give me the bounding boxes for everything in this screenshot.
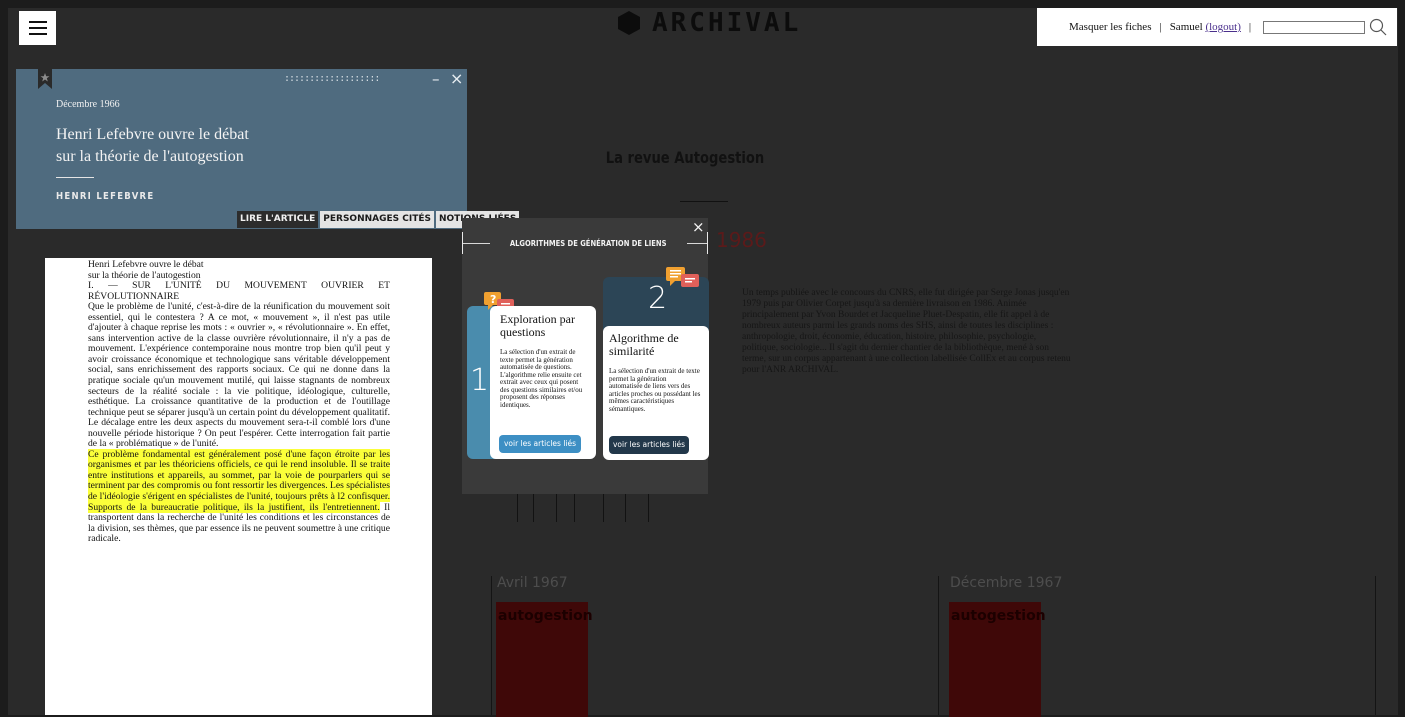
drag-handle[interactable]: ::::::::::::::::::: xyxy=(284,73,380,84)
logo-text: ARCHIVAL xyxy=(652,8,802,38)
card-title: Algorithme de similarité xyxy=(609,331,679,358)
article-panel-header: ::::::::::::::::::: – × Décembre 1966 He… xyxy=(16,69,520,229)
algorithm-card-similarity[interactable]: Algorithme de similarité La sélection d'… xyxy=(603,326,709,460)
search-icon[interactable] xyxy=(1369,18,1387,36)
body-paragraph: Que le problème de l'unité, c'est-à-dire… xyxy=(88,301,390,450)
svg-text:?: ? xyxy=(490,293,496,306)
issue-cover-title: autogestion xyxy=(951,608,1046,624)
timeline-year: 1986 xyxy=(716,228,767,252)
highlighted-selection[interactable]: Ce problème fondamental est généralement… xyxy=(88,448,390,513)
column-divider xyxy=(1375,576,1376,715)
algorithm-card-questions[interactable]: Exploration par questions La sélection d… xyxy=(490,306,596,459)
card-description: La sélection d'un extrait de texte perme… xyxy=(609,367,701,413)
menu-bar-icon xyxy=(28,21,47,23)
timeline-tick xyxy=(517,492,518,522)
user-toolbar: Masquer les fiches | Samuel (logout) | xyxy=(1037,8,1397,46)
hide-cards-link[interactable]: Masquer les fiches xyxy=(1069,21,1151,33)
issue-date: Décembre 1967 xyxy=(950,575,1063,591)
separator: | xyxy=(1159,21,1162,33)
see-linked-articles-button[interactable]: voir les articles liés xyxy=(609,436,689,454)
timeline-tick xyxy=(625,492,626,522)
tab-cited-people[interactable]: PERSONNAGES CITÉS xyxy=(320,211,434,228)
tab-read-article[interactable]: LIRE L'ARTICLE xyxy=(237,211,319,228)
close-button[interactable]: × xyxy=(450,69,463,88)
timeline-tick xyxy=(648,492,649,522)
section-title: La revue Autogestion xyxy=(605,148,765,167)
algorithms-title: ALGORITHMES DE GÉNÉRATION DE LIENS xyxy=(510,238,667,248)
card-number: 2 xyxy=(648,281,668,316)
see-linked-articles-button[interactable]: voir les articles liés xyxy=(499,435,581,453)
timeline-tick xyxy=(574,492,575,522)
user-name: Samuel xyxy=(1169,21,1203,33)
article-title-line: sur la théorie de l'autogestion xyxy=(56,148,244,165)
timeline-tick xyxy=(556,492,557,522)
title-divider xyxy=(680,201,728,202)
logout-link[interactable]: (logout) xyxy=(1205,21,1240,33)
title-line xyxy=(686,242,707,244)
column-divider xyxy=(491,576,492,715)
article-title-line: Henri Lefebvre ouvre le débat xyxy=(56,126,249,143)
site-logo[interactable]: ARCHIVAL xyxy=(618,8,801,38)
card-title: Exploration par questions xyxy=(500,312,575,339)
article-title: Henri Lefebvre ouvre le débat sur la thé… xyxy=(56,124,316,168)
article-date: Décembre 1966 xyxy=(56,99,120,110)
algorithms-title-bar: ALGORITHMES DE GÉNÉRATION DE LIENS xyxy=(462,232,708,254)
article-author: HENRI LEFEBVRE xyxy=(56,191,155,202)
title-bar-mark xyxy=(706,232,708,254)
body-title-line: Henri Lefebvre ouvre le débat xyxy=(88,259,204,270)
menu-bar-icon xyxy=(28,27,47,29)
journal-description: Un temps publiée avec le concours du CNR… xyxy=(742,288,1071,375)
algorithms-popup: × ALGORITHMES DE GÉNÉRATION DE LIENS 1 ?… xyxy=(462,218,709,494)
hexagon-logo-icon xyxy=(618,11,640,35)
issue-cover-title: autogestion xyxy=(498,608,593,624)
similarity-bubbles-icon xyxy=(666,267,699,287)
timeline-tick xyxy=(603,492,604,522)
title-rule xyxy=(56,177,94,178)
column-divider xyxy=(938,576,939,715)
article-page: Henri Lefebvre ouvre le débat sur la thé… xyxy=(45,258,432,715)
card-number: 1 xyxy=(470,363,490,398)
search-input[interactable] xyxy=(1263,20,1366,34)
body-heading: I. — SUR L'UNITÉ DU MOUVEMENT OUVRIER ET… xyxy=(88,280,390,302)
issue-date: Avril 1967 xyxy=(497,575,568,591)
article-body[interactable]: Henri Lefebvre ouvre le débat sur la thé… xyxy=(88,259,390,545)
bookmark-icon[interactable] xyxy=(38,69,52,89)
timeline-tick xyxy=(533,492,534,522)
issue-cover[interactable]: autogestion xyxy=(949,602,1046,717)
separator: | xyxy=(1248,21,1252,33)
minimize-button[interactable]: – xyxy=(432,70,440,88)
issue-cover[interactable]: autogestion xyxy=(496,602,593,717)
card-description: La sélection d'un extrait de texte perme… xyxy=(500,348,583,409)
title-line xyxy=(463,242,491,244)
menu-bar-icon xyxy=(28,33,47,35)
body-paragraph: Ce problème fondamental est généralement… xyxy=(88,448,390,545)
hamburger-menu-button[interactable] xyxy=(19,11,56,45)
